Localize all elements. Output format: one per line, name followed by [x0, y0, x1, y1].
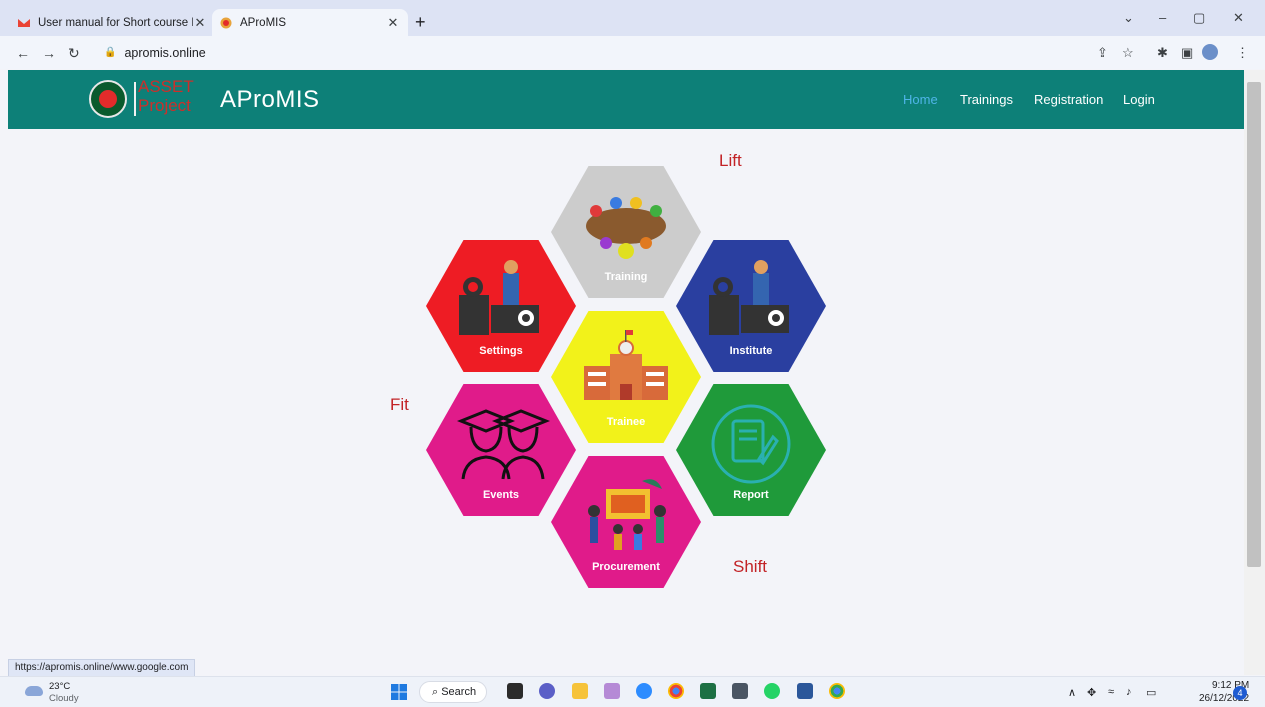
machine-worker-icon [709, 260, 789, 335]
close-window-icon[interactable]: ✕ [1233, 10, 1244, 26]
hex-trainee[interactable]: Trainee [551, 311, 701, 443]
zoom-icon[interactable] [636, 683, 652, 699]
taskbar-search-label: Search [441, 686, 477, 698]
meeting-table-icon [586, 197, 666, 259]
tab-apromis[interactable]: AProMIS ✕ [212, 9, 408, 36]
hex-label-report: Report [733, 489, 769, 501]
hex-label-settings: Settings [479, 345, 523, 357]
hex-institute[interactable]: Institute [676, 240, 826, 372]
logo-text-asset: ASSET [138, 77, 194, 96]
status-bar-url: https://apromis.online/www.google.com [8, 659, 196, 677]
chat-icon[interactable] [539, 683, 555, 699]
snipping-tool-icon[interactable] [604, 683, 620, 699]
windows-start-icon[interactable] [391, 684, 407, 700]
weather-condition[interactable]: Cloudy [49, 693, 79, 704]
reload-icon[interactable]: ↻ [68, 45, 80, 62]
word-lift: Lift [719, 151, 742, 170]
gmail-icon [18, 18, 30, 27]
word-fit: Fit [390, 395, 409, 414]
word-shift: Shift [733, 557, 768, 576]
restore-icon[interactable]: ▢ [1193, 10, 1205, 26]
tab-user-manual[interactable]: User manual for Short course Eli ✕ [10, 9, 215, 36]
tab-title: User manual for Short course Eli [38, 16, 193, 29]
hex-label-institute: Institute [729, 345, 773, 357]
logo-divider [134, 82, 136, 116]
dropbox-icon[interactable]: ✥ [1087, 686, 1096, 699]
hex-report[interactable]: Report [676, 384, 826, 516]
team-work-icon [588, 479, 666, 550]
task-view-icon[interactable] [507, 683, 523, 699]
notification-badge[interactable]: 4 [1233, 686, 1247, 700]
cloud-icon[interactable] [25, 686, 43, 696]
site-favicon-icon [220, 17, 232, 28]
hex-label-procurement: Procurement [592, 561, 660, 573]
search-icon: ⌕ [432, 686, 442, 698]
battery-icon[interactable]: ▭ [1146, 686, 1156, 699]
hex-label-events: Events [482, 489, 520, 501]
nav-trainings[interactable]: Trainings [960, 92, 1013, 107]
side-panel-icon[interactable]: ▣ [1181, 45, 1193, 61]
bookmark-star-icon[interactable]: ☆ [1122, 45, 1134, 61]
hex-training[interactable]: Training [551, 166, 701, 298]
page-scrollbar[interactable] [1244, 70, 1265, 675]
address-bar[interactable]: 🔒 apromis.online [94, 41, 1244, 64]
whatsapp-icon[interactable] [764, 683, 780, 699]
site-header: ASSET Project AProMIS Home Trainings Reg… [8, 70, 1244, 129]
chrome-profile-icon[interactable] [829, 683, 845, 699]
nav-login[interactable]: Login [1123, 92, 1155, 107]
nav-home[interactable]: Home [903, 92, 938, 107]
weather-temperature[interactable]: 23°C [49, 681, 70, 692]
scrollbar-thumb[interactable] [1247, 82, 1261, 567]
taskbar-search[interactable]: ⌕ Search [419, 681, 487, 703]
url-text: apromis.online [124, 45, 206, 60]
browser-tab-strip: User manual for Short course Eli ✕ AProM… [0, 0, 1265, 36]
forward-icon[interactable]: → [42, 45, 56, 61]
menu-kebab-icon[interactable]: ⋮ [1236, 45, 1249, 61]
extensions-icon[interactable]: ✱ [1157, 45, 1168, 61]
volume-icon[interactable]: ♪ [1126, 686, 1132, 698]
bangladesh-emblem-logo[interactable] [89, 80, 127, 118]
back-icon[interactable]: ← [16, 45, 30, 61]
windows-taskbar: 23°C Cloudy ⌕ Search ∧ ✥ ≈ ♪ ▭ 9:12 PM 2… [0, 676, 1265, 707]
close-tab-icon[interactable]: ✕ [193, 15, 207, 31]
file-explorer-icon[interactable] [572, 683, 588, 699]
hex-settings[interactable]: Settings [426, 240, 576, 372]
calculator-icon[interactable] [732, 683, 748, 699]
profile-avatar[interactable] [1202, 44, 1218, 60]
minimize-icon[interactable]: – [1159, 10, 1166, 25]
nav-registration[interactable]: Registration [1034, 92, 1103, 107]
share-icon[interactable]: ⇪ [1097, 45, 1108, 61]
logo-text-project: Project [138, 96, 191, 115]
graduates-icon [456, 409, 551, 480]
school-building-icon [584, 330, 668, 400]
hex-events[interactable]: Events [426, 384, 576, 516]
chrome-icon[interactable] [668, 683, 684, 699]
report-document-icon [711, 404, 791, 484]
hex-label-trainee: Trainee [606, 416, 646, 428]
new-tab-icon[interactable]: + [415, 12, 426, 33]
tray-chevron-icon[interactable]: ∧ [1068, 686, 1076, 699]
hex-label-training: Training [604, 271, 648, 283]
close-tab-icon[interactable]: ✕ [386, 15, 400, 31]
hex-procurement[interactable]: Procurement [551, 456, 701, 588]
word-icon[interactable] [797, 683, 813, 699]
machine-worker-icon [459, 260, 539, 335]
excel-icon[interactable] [700, 683, 716, 699]
browser-toolbar: ← → ↻ 🔒 apromis.online ⇪ ☆ ✱ ▣ ⋮ [0, 36, 1265, 69]
tab-title: AProMIS [240, 16, 287, 29]
tab-search-chevron-icon[interactable]: ⌄ [1123, 10, 1134, 26]
site-brand[interactable]: AProMIS [220, 86, 320, 114]
lock-icon: 🔒 [104, 47, 117, 58]
wifi-icon[interactable]: ≈ [1108, 686, 1114, 698]
